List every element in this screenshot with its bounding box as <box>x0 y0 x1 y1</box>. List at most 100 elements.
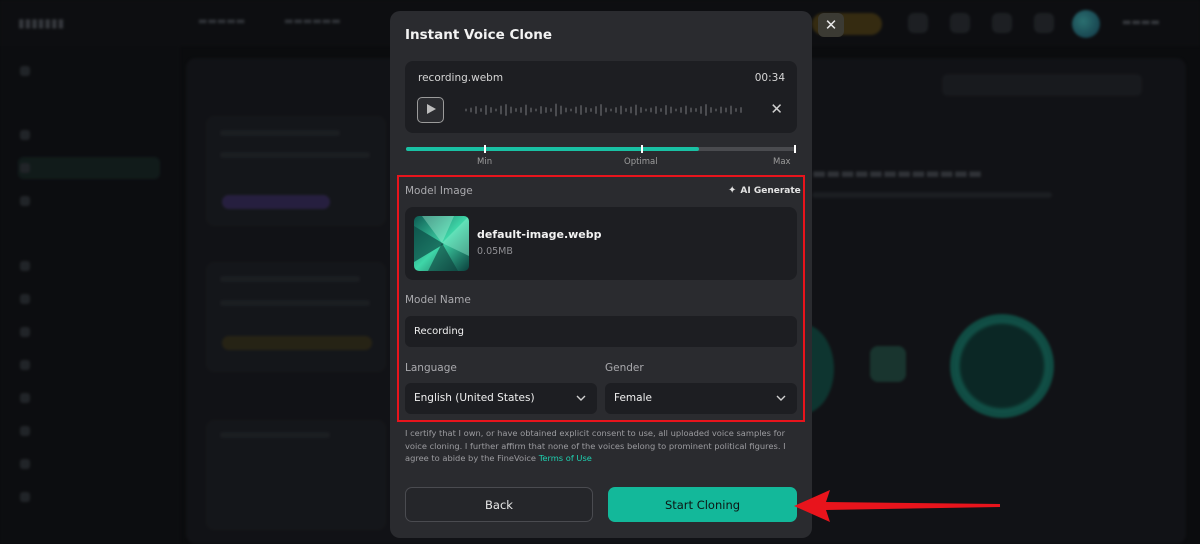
terms-of-use-link[interactable]: Terms of Use <box>539 453 592 463</box>
background-icon <box>992 13 1012 33</box>
start-cloning-button[interactable]: Start Cloning <box>608 487 797 522</box>
background-avatar <box>1072 10 1100 38</box>
waveform-bar <box>505 104 507 116</box>
waveform-bar <box>490 107 492 113</box>
waveform-bar <box>530 107 532 113</box>
background-sidebar-item-active <box>18 157 160 179</box>
background-sidebar-item <box>18 190 160 212</box>
waveform-bar <box>605 107 607 113</box>
background-sidebar-item <box>18 453 160 475</box>
waveform-bar <box>615 107 617 113</box>
background-nav-item: ▬▬▬▬▬▬ <box>284 16 341 27</box>
waveform-bar <box>590 108 592 112</box>
background-icon <box>950 13 970 33</box>
quality-label-optimal: Optimal <box>624 157 658 167</box>
audio-quality-fill <box>406 147 699 151</box>
background-icon <box>1034 13 1054 33</box>
waveform-bar <box>650 107 652 113</box>
audio-quality-meter <box>406 145 796 153</box>
waveform-bar <box>625 108 627 112</box>
waveform-bar <box>670 106 672 114</box>
waveform-bar <box>485 105 487 115</box>
waveform-bar <box>665 105 667 115</box>
waveform-bar <box>700 106 702 114</box>
waveform-bar <box>600 104 602 116</box>
waveform-bar <box>620 105 622 115</box>
recording-card: recording.webm 00:34 ✕ <box>405 61 797 133</box>
background-right-title: ▬▬▬▬▬▬▬▬▬▬▬▬ <box>812 164 983 182</box>
quality-tick-optimal <box>641 145 643 153</box>
background-sidebar-item <box>18 486 160 508</box>
waveform-bar <box>710 107 712 113</box>
consent-disclaimer: I certify that I own, or have obtained e… <box>405 427 797 465</box>
waveform-bar <box>695 108 697 112</box>
waveform-bar <box>470 107 472 113</box>
waveform-bar <box>465 108 467 112</box>
waveform-bar <box>660 108 662 112</box>
waveform-bar <box>720 106 722 114</box>
waveform-bar <box>730 105 732 115</box>
red-arrow-icon <box>794 490 1000 522</box>
waveform-bar <box>575 106 577 114</box>
waveform-bar <box>550 108 552 112</box>
recording-duration: 00:34 <box>754 72 785 84</box>
quality-tick-min <box>484 145 486 153</box>
waveform-bar <box>495 108 497 112</box>
quality-tick-max <box>794 145 796 153</box>
background-sidebar-item <box>18 288 160 310</box>
background-search <box>942 74 1142 96</box>
waveform-bar <box>560 105 562 115</box>
background-logo: ▮▮▮▮▮▮▮ <box>18 16 65 30</box>
waveform-bar <box>685 105 687 115</box>
waveform-bar <box>635 104 637 116</box>
waveform-bar <box>515 108 517 112</box>
waveform-bar <box>480 108 482 112</box>
waveform-bar <box>725 107 727 113</box>
background-language: ▬▬▬▬ <box>1122 17 1160 28</box>
waveform-bar <box>735 108 737 112</box>
background-icon <box>908 13 928 33</box>
waveform-bar <box>535 108 537 112</box>
background-sidebar-item <box>18 255 160 277</box>
modal-title: Instant Voice Clone <box>405 27 553 43</box>
waveform-bar <box>475 106 477 114</box>
waveform-bar <box>645 108 647 112</box>
waveform-bar <box>570 108 572 112</box>
background-sidebar-item <box>18 60 160 82</box>
waveform-bar <box>705 104 707 116</box>
waveform-bar <box>715 108 717 112</box>
waveform-bar <box>540 106 542 114</box>
background-sidebar-item <box>18 387 160 409</box>
background-sidebar-item <box>18 321 160 343</box>
background-sidebar-item <box>18 354 160 376</box>
waveform-bar <box>580 105 582 115</box>
waveform-bar <box>520 107 522 113</box>
play-icon[interactable] <box>417 97 444 123</box>
waveform-bar <box>655 106 657 114</box>
waveform-bar <box>510 106 512 114</box>
waveform-bar <box>555 103 557 117</box>
waveform-bar <box>610 108 612 112</box>
background-nav-item: ▬▬▬▬▬ <box>198 16 246 27</box>
quality-label-min: Min <box>477 157 493 167</box>
waveform-bar <box>690 107 692 113</box>
waveform-bar <box>525 104 527 116</box>
waveform-bar <box>545 107 547 113</box>
waveform-bar <box>595 106 597 114</box>
quality-label-max: Max <box>773 157 791 167</box>
close-icon[interactable]: ✕ <box>818 13 844 37</box>
remove-recording-icon[interactable]: ✕ <box>770 100 783 118</box>
waveform-icon <box>465 103 742 117</box>
background-sidebar-item <box>18 124 160 146</box>
recording-file-name: recording.webm <box>418 72 504 84</box>
waveform-bar <box>740 107 742 113</box>
red-highlight-box <box>397 175 805 422</box>
waveform-bar <box>500 105 502 115</box>
waveform-bar <box>585 107 587 113</box>
disclaimer-text: I certify that I own, or have obtained e… <box>405 428 786 464</box>
waveform-bar <box>680 107 682 113</box>
waveform-bar <box>675 108 677 112</box>
waveform-bar <box>640 107 642 113</box>
waveform-bar <box>565 107 567 113</box>
back-button[interactable]: Back <box>405 487 593 522</box>
